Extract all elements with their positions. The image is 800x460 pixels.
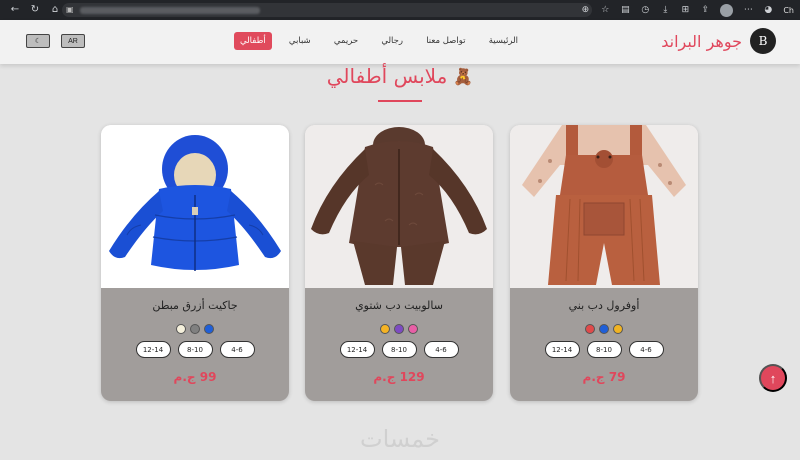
browser-edge-label: Ch <box>783 5 794 15</box>
product-image[interactable] <box>305 125 493 288</box>
color-swatch[interactable] <box>176 324 186 334</box>
title-underline <box>378 100 422 102</box>
copilot-icon[interactable]: ◕ <box>763 5 773 15</box>
color-swatch[interactable] <box>380 324 390 334</box>
product-image[interactable] <box>510 125 698 288</box>
nav-women[interactable]: حريمي <box>328 32 364 50</box>
size-options: 12-14 8-10 4-6 <box>101 341 289 358</box>
history-icon[interactable]: ◷ <box>640 5 650 15</box>
teddy-bear-icon: 🧸 <box>453 66 474 86</box>
extensions-icon[interactable]: ⊞ <box>680 5 690 15</box>
size-option[interactable]: 4-6 <box>423 341 459 358</box>
nav-kids[interactable]: أطفالي <box>234 32 272 50</box>
size-option[interactable]: 8-10 <box>586 341 622 358</box>
brand[interactable]: جوهر البراند B <box>661 28 776 54</box>
main-nav: الرئيسية تواصل معنا رجالي حريمي شبابي أط… <box>234 32 524 50</box>
reload-icon[interactable]: ↻ <box>30 5 40 15</box>
brand-logo: B <box>750 28 776 54</box>
brand-name: جوهر البراند <box>661 31 742 51</box>
share-icon[interactable]: ⇪ <box>700 5 710 15</box>
size-option[interactable]: 12-14 <box>135 341 171 358</box>
blurred-url <box>80 7 260 14</box>
watermark: خمسات <box>359 425 441 453</box>
size-option[interactable]: 12-14 <box>544 341 580 358</box>
home-icon[interactable]: ⌂ <box>50 5 60 15</box>
product-price: 99 ج.م <box>173 370 217 384</box>
collections-icon[interactable]: ▤ <box>620 5 630 15</box>
arrow-up-icon: ↑ <box>769 370 777 386</box>
lock-icon: ▣ <box>66 5 74 14</box>
size-option[interactable]: 4-6 <box>628 341 664 358</box>
theme-toggle-button[interactable]: ☾ <box>26 34 50 48</box>
section-heading: 🧸 ملابس أطفالي <box>0 64 800 88</box>
section-title: ملابس أطفالي <box>326 64 448 88</box>
color-options <box>510 324 698 334</box>
more-icon[interactable]: ⋯ <box>743 5 753 15</box>
product-card[interactable]: جاكيت أزرق مبطن 12-14 8-10 4-6 99 ج.م <box>101 125 289 401</box>
product-name: أوفرول دب بني <box>568 299 640 312</box>
download-icon[interactable]: ⤓ <box>660 5 670 15</box>
size-option[interactable]: 4-6 <box>219 341 255 358</box>
color-options <box>101 324 289 334</box>
product-price: 79 ج.م <box>582 370 626 384</box>
zoom-icon[interactable]: ⊕ <box>580 5 590 15</box>
product-name: سالوبيت دب شتوي <box>355 299 443 312</box>
profile-avatar[interactable] <box>720 3 734 17</box>
language-button[interactable]: AR <box>61 34 85 48</box>
site-header: جوهر البراند B الرئيسية تواصل معنا رجالي… <box>0 20 800 64</box>
size-options: 12-14 8-10 4-6 <box>510 341 698 358</box>
color-swatch[interactable] <box>585 324 595 334</box>
nav-home[interactable]: الرئيسية <box>483 32 524 50</box>
size-option[interactable]: 8-10 <box>381 341 417 358</box>
nav-men[interactable]: رجالي <box>375 32 409 50</box>
size-options: 12-14 8-10 4-6 <box>305 341 493 358</box>
scroll-to-top-button[interactable]: ↑ <box>759 364 787 392</box>
nav-youth[interactable]: شبابي <box>283 32 317 50</box>
color-swatch[interactable] <box>613 324 623 334</box>
nav-contact[interactable]: تواصل معنا <box>420 32 471 50</box>
size-option[interactable]: 8-10 <box>177 341 213 358</box>
product-name: جاكيت أزرق مبطن <box>152 299 238 312</box>
back-icon[interactable]: ← <box>10 5 20 15</box>
product-card[interactable]: أوفرول دب بني 12-14 8-10 4-6 79 ج.م <box>510 125 698 401</box>
address-bar[interactable]: ▣ <box>62 3 592 17</box>
color-swatch[interactable] <box>599 324 609 334</box>
product-image[interactable] <box>101 125 289 288</box>
color-swatch[interactable] <box>394 324 404 334</box>
size-option[interactable]: 12-14 <box>339 341 375 358</box>
product-price: 129 ج.م <box>373 370 425 384</box>
color-options <box>305 324 493 334</box>
color-swatch[interactable] <box>408 324 418 334</box>
favorite-icon[interactable]: ☆ <box>600 5 610 15</box>
browser-toolbar: ← ↻ ⌂ ▣ ⊕ ☆ ▤ ◷ ⤓ ⊞ ⇪ ⋯ ◕ Ch <box>0 0 800 20</box>
moon-icon: ☾ <box>34 38 42 45</box>
product-card[interactable]: سالوبيت دب شتوي 12-14 8-10 4-6 129 ج.م <box>305 125 493 401</box>
color-swatch[interactable] <box>204 324 214 334</box>
color-swatch[interactable] <box>190 324 200 334</box>
